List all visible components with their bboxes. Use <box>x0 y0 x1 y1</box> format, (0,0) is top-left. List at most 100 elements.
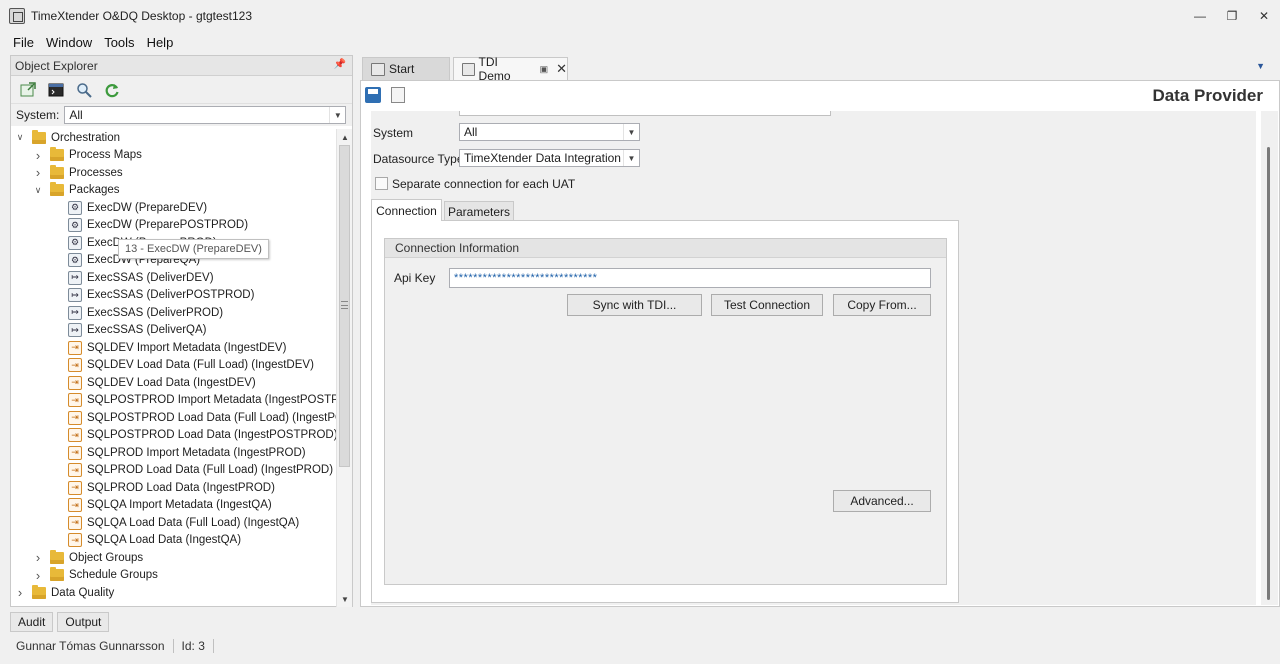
tree-item[interactable]: ⇥ SQLQA Import Metadata (IngestQA) <box>11 497 337 515</box>
tab-pin-icon[interactable]: ▣ <box>540 64 549 75</box>
tree-item-label: ExecSSAS (DeliverQA) <box>87 324 207 337</box>
tree-item-label: SQLQA Load Data (IngestQA) <box>87 534 242 547</box>
expand-icon[interactable]: › <box>14 585 26 600</box>
ingest-package-icon: ⇥ <box>68 480 82 495</box>
tree-item[interactable]: ⇥ SQLPOSTPROD Import Metadata (IngestPOST… <box>11 392 337 410</box>
api-key-input[interactable]: ****************************** <box>449 268 931 288</box>
tree-item[interactable]: ⇥ SQLDEV Import Metadata (IngestDEV) <box>11 339 337 357</box>
expand-icon[interactable]: › <box>32 568 44 583</box>
expand-icon[interactable]: › <box>32 148 44 163</box>
system-filter-select[interactable]: All ▼ <box>64 106 347 124</box>
connection-information-header: Connection Information <box>385 239 946 258</box>
new-object-icon[interactable] <box>19 81 37 99</box>
ingest-package-icon: ⇥ <box>68 410 82 425</box>
system-select[interactable]: All ▼ <box>459 123 640 141</box>
tree-item[interactable]: ⇥ SQLQA Load Data (Full Load) (IngestQA) <box>11 514 337 532</box>
tree-item[interactable]: ↦ ExecSSAS (DeliverPROD) <box>11 304 337 322</box>
pin-icon[interactable]: 📌 <box>334 59 346 70</box>
expand-icon[interactable]: › <box>32 550 44 565</box>
tree-item[interactable]: › Processes <box>11 164 337 182</box>
folder-icon <box>50 549 64 564</box>
tree-item[interactable]: ⇥ SQLQA Load Data (IngestQA) <box>11 532 337 550</box>
tree-item[interactable]: ∨ Packages <box>11 182 337 200</box>
tree-item[interactable]: ∨ Orchestration <box>11 129 337 147</box>
tab-start[interactable]: Start <box>362 57 450 80</box>
collapse-icon[interactable]: ∨ <box>14 132 26 143</box>
scroll-down-icon[interactable]: ▼ <box>337 591 353 607</box>
minimize-button[interactable]: — <box>1184 0 1216 32</box>
tab-tdi-demo-label: TDI Demo <box>478 55 511 83</box>
tab-close-icon[interactable]: ✕ <box>556 61 567 77</box>
tab-connection[interactable]: Connection <box>371 199 442 221</box>
tree-item[interactable]: ⇥ SQLDEV Load Data (Full Load) (IngestDEV… <box>11 357 337 375</box>
tree-item[interactable]: ⇥ SQLPOSTPROD Load Data (Full Load) (Inge… <box>11 409 337 427</box>
tree-item[interactable]: › Object Groups <box>11 549 337 567</box>
close-button[interactable]: ✕ <box>1248 0 1280 32</box>
ssas-package-icon: ↦ <box>68 323 82 338</box>
menu-window[interactable]: Window <box>40 35 98 50</box>
expand-icon[interactable]: › <box>32 165 44 180</box>
tab-tdi-demo[interactable]: TDI Demo ▣ ✕ <box>453 55 568 83</box>
explorer-toolbar <box>11 76 352 104</box>
maximize-button[interactable]: ❐ <box>1216 0 1248 32</box>
object-explorer-title: Object Explorer <box>15 58 98 73</box>
start-page-icon <box>371 62 385 76</box>
chevron-down-icon[interactable]: ▼ <box>623 150 639 166</box>
tree-item[interactable]: ⇥ SQLDEV Load Data (IngestDEV) <box>11 374 337 392</box>
tree-item[interactable]: ↦ ExecSSAS (DeliverPOSTPROD) <box>11 287 337 305</box>
separate-connection-checkbox[interactable] <box>375 177 388 190</box>
tree-item[interactable]: › Schedule Groups <box>11 567 337 585</box>
tree-item-label: SQLPROD Load Data (IngestPROD) <box>87 481 275 494</box>
object-explorer-panel: Object Explorer 📌 System: All ▼ ∨ Orchest… <box>10 55 353 607</box>
status-separator <box>212 639 214 653</box>
window-title: TimeXtender O&DQ Desktop - gtgtest123 <box>31 9 252 23</box>
tree-scrollbar[interactable]: ▲ ▼ <box>336 129 352 607</box>
copy-from-button[interactable]: Copy From... <box>833 294 931 316</box>
collapse-icon[interactable]: ∨ <box>32 185 44 196</box>
tree-item-label: Process Maps <box>69 149 142 162</box>
tree-item[interactable]: › Data Quality <box>11 584 337 602</box>
tab-start-label: Start <box>389 62 415 76</box>
copy-icon[interactable] <box>388 84 405 103</box>
tree-item[interactable]: ⇥ SQLPOSTPROD Load Data (IngestPOSTPROD) <box>11 427 337 445</box>
tree-item[interactable]: ⇥ SQLPROD Import Metadata (IngestPROD) <box>11 444 337 462</box>
chevron-down-icon[interactable]: ▼ <box>623 124 639 140</box>
connection-information-group: Connection Information Api Key *********… <box>384 238 947 585</box>
advanced-button[interactable]: Advanced... <box>833 490 931 512</box>
tree-item[interactable]: ⇥ SQLPROD Load Data (Full Load) (IngestPR… <box>11 462 337 480</box>
document-toolbar: Data Provider <box>361 81 1279 111</box>
tab-parameters[interactable]: Parameters <box>444 201 514 221</box>
tree-item[interactable]: ↦ ExecSSAS (DeliverDEV) <box>11 269 337 287</box>
chevron-down-icon[interactable]: ▼ <box>329 107 345 123</box>
tree-item[interactable]: › Process Maps <box>11 147 337 165</box>
system-filter-label: System: <box>16 108 60 122</box>
menu-help[interactable]: Help <box>141 35 180 50</box>
tree-item[interactable]: ↦ ExecSSAS (DeliverQA) <box>11 322 337 340</box>
tab-list-dropdown-icon[interactable]: ▼ <box>1256 61 1265 71</box>
tab-audit[interactable]: Audit <box>10 612 54 632</box>
test-connection-button[interactable]: Test Connection <box>711 294 823 316</box>
tree-item[interactable]: ⇥ SQLPROD Load Data (IngestPROD) <box>11 479 337 497</box>
tree-item[interactable]: ⚙ ExecDW (PreparePOSTPROD) <box>11 217 337 235</box>
document-scroll-thumb[interactable] <box>1267 147 1270 600</box>
sync-with-tdi-button[interactable]: Sync with TDI... <box>567 294 702 316</box>
connection-tab-content: Connection Information Api Key *********… <box>371 220 959 603</box>
refresh-icon[interactable] <box>103 81 121 99</box>
menu-file[interactable]: File <box>7 35 40 50</box>
gear-package-icon: ⚙ <box>68 200 82 215</box>
tree-item-label: SQLPROD Import Metadata (IngestPROD) <box>87 446 306 459</box>
status-bar: Gunnar Tómas Gunnarsson Id: 3 <box>0 636 1280 656</box>
scroll-up-icon[interactable]: ▲ <box>337 129 353 145</box>
console-icon[interactable] <box>47 81 65 99</box>
datasource-type-select[interactable]: TimeXtender Data Integration ▼ <box>459 149 640 167</box>
menu-bar: File Window Tools Help <box>0 32 1280 52</box>
search-icon[interactable] <box>75 81 93 99</box>
menu-tools[interactable]: Tools <box>98 35 140 50</box>
save-icon[interactable] <box>365 87 381 103</box>
tooltip: 13 - ExecDW (PrepareDEV) <box>118 239 269 259</box>
tree-item[interactable]: ⚙ ExecDW (PrepareDEV) <box>11 199 337 217</box>
ssas-package-icon: ↦ <box>68 288 82 303</box>
name-field[interactable] <box>459 111 831 116</box>
document-scrollbar[interactable] <box>1261 111 1278 605</box>
tab-output[interactable]: Output <box>57 612 110 632</box>
